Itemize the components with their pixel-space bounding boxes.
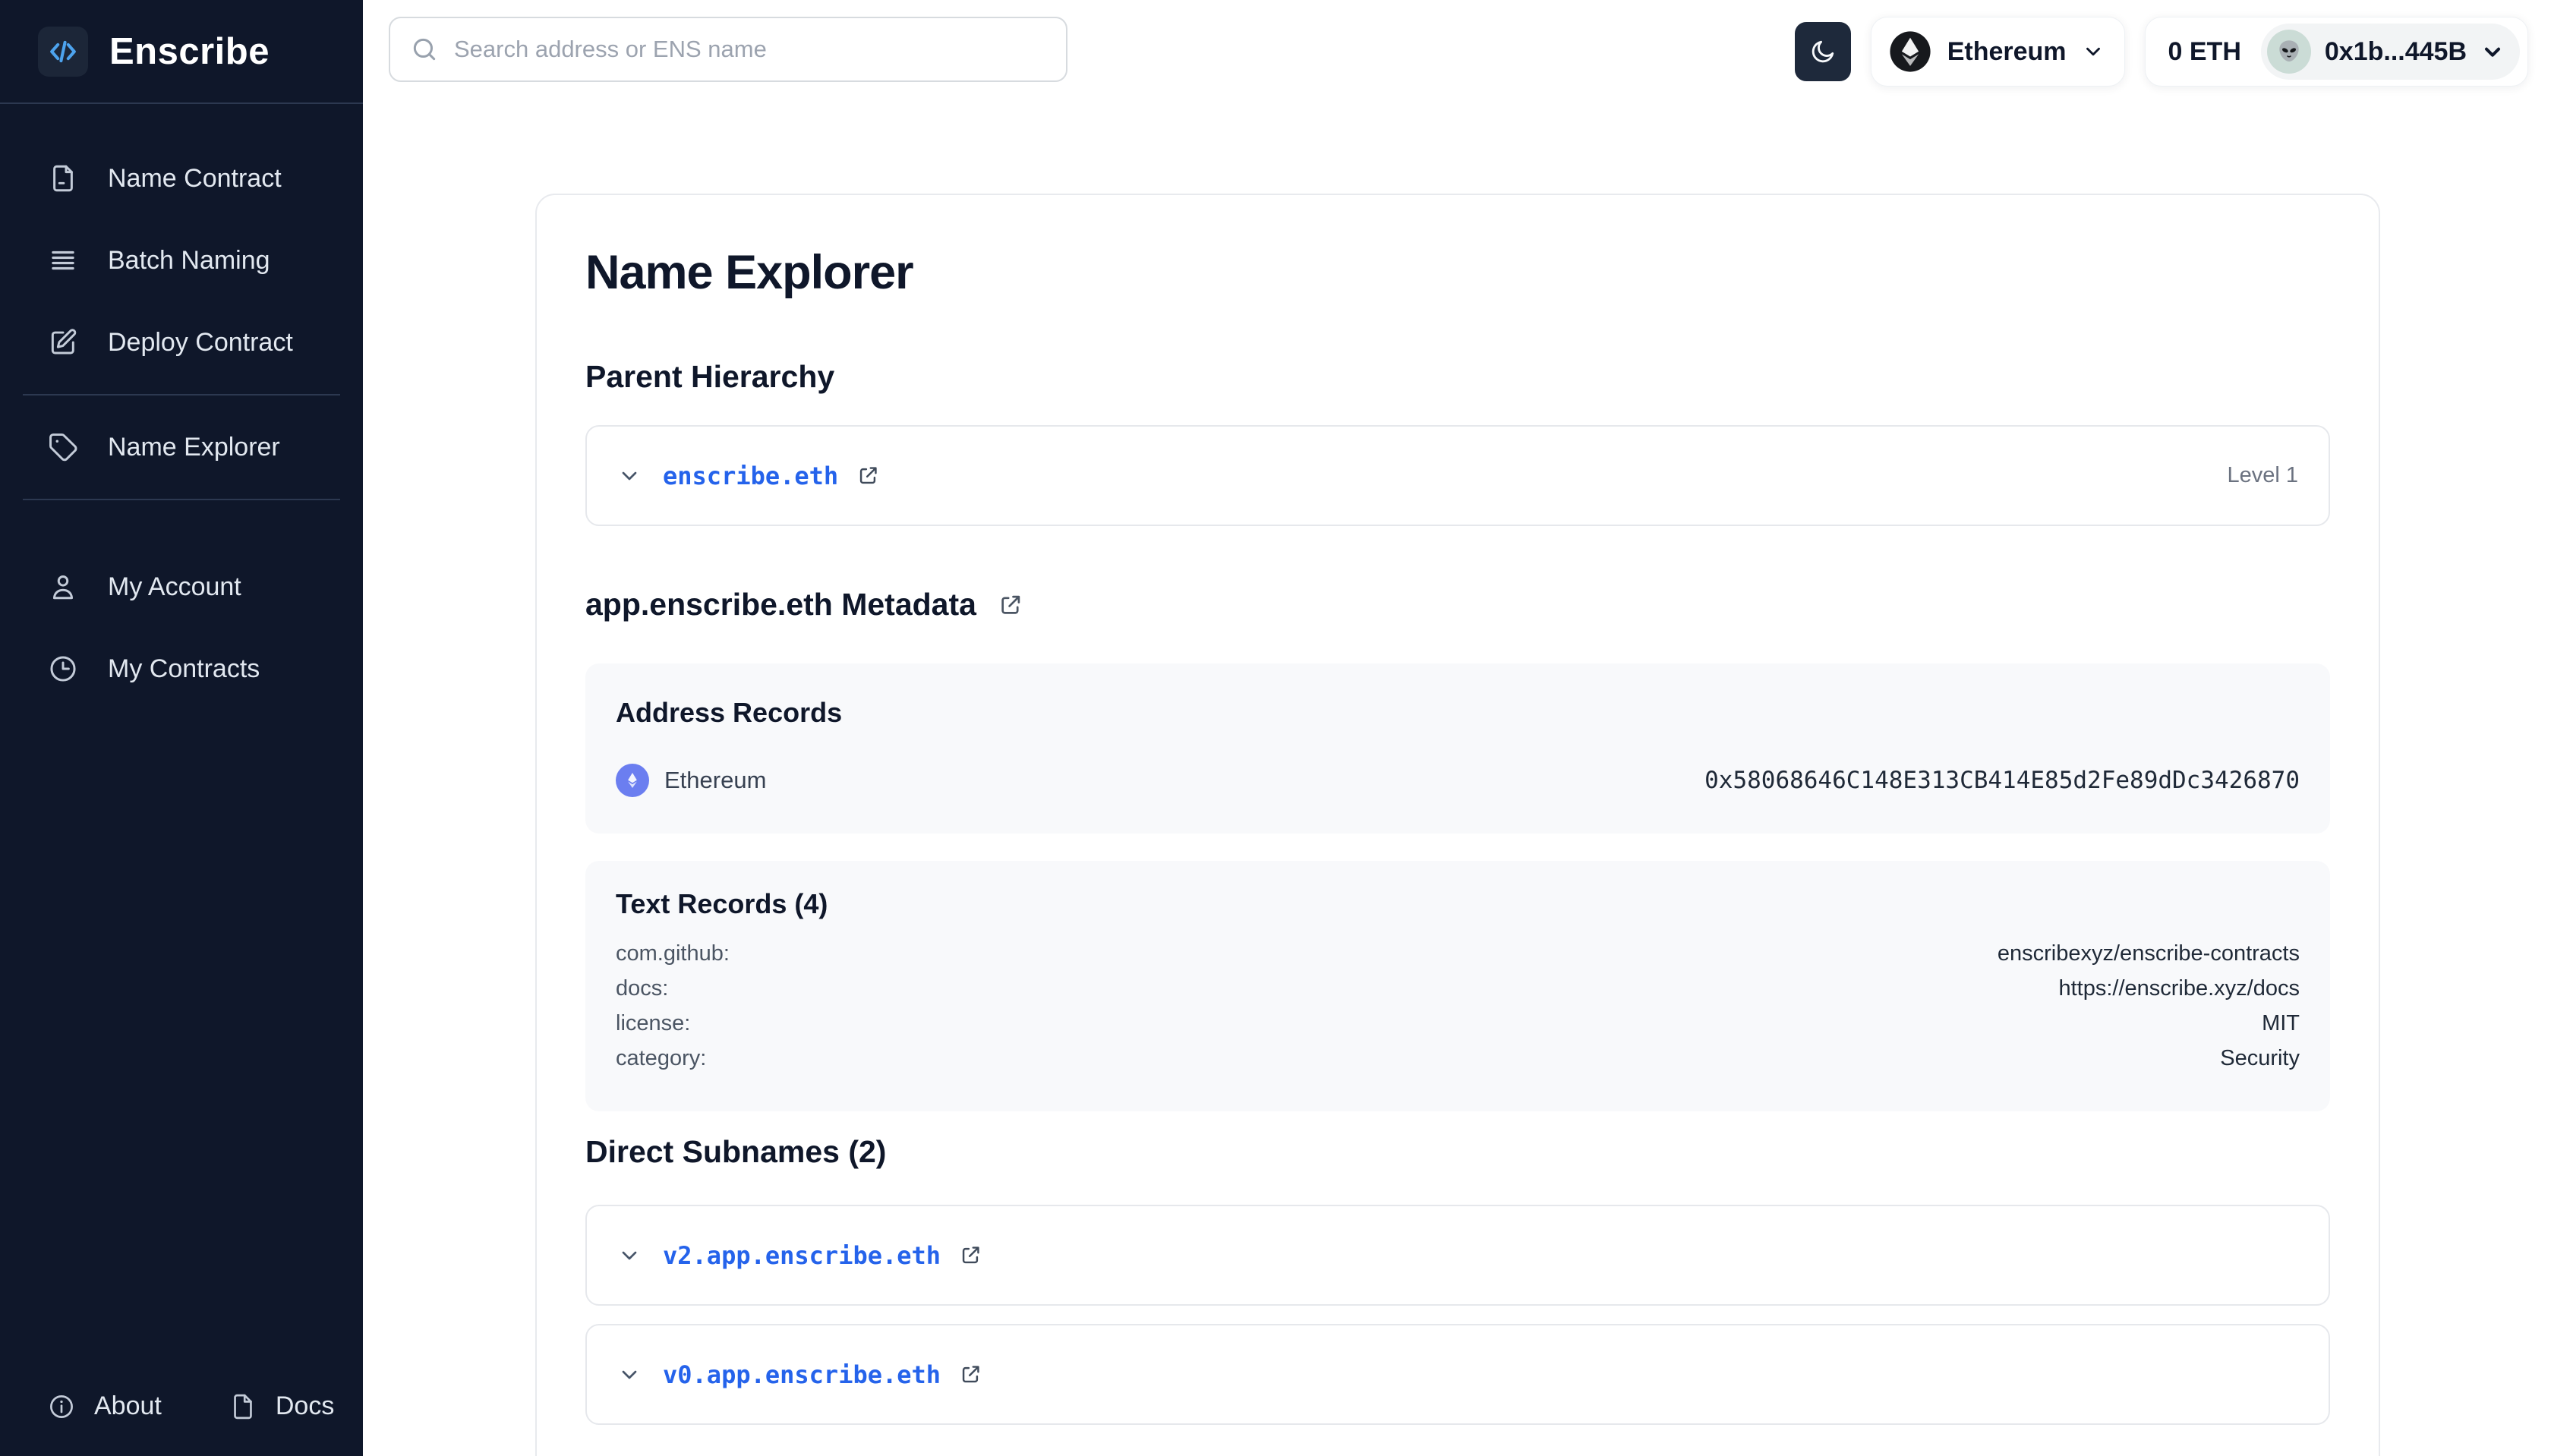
- dark-mode-toggle[interactable]: [1795, 22, 1851, 81]
- name-explorer-card: Name Explorer Parent Hierarchy enscribe.…: [535, 194, 2380, 1456]
- parent-hierarchy-heading: Parent Hierarchy: [585, 359, 2330, 395]
- user-icon: [47, 571, 79, 603]
- address-records-heading: Address Records: [616, 697, 2300, 729]
- record-key: category:: [616, 1046, 706, 1071]
- about-link[interactable]: About: [47, 1391, 162, 1421]
- edit-icon: [47, 326, 79, 358]
- external-link-icon[interactable]: [998, 592, 1023, 618]
- sidebar-divider: [23, 499, 340, 500]
- sidebar-item-label: Batch Naming: [108, 246, 270, 276]
- record-key: license:: [616, 1011, 690, 1036]
- external-link-icon[interactable]: [856, 464, 880, 487]
- wallet-account-chip: 0x1b...445B: [2261, 24, 2520, 80]
- ens-name-link[interactable]: enscribe.eth: [663, 462, 838, 490]
- wallet-address: 0x1b...445B: [2325, 37, 2467, 67]
- direct-subnames-heading: Direct Subnames (2): [585, 1134, 2330, 1170]
- alien-avatar-icon: [2267, 30, 2311, 74]
- subname-row: v2.app.enscribe.eth: [585, 1205, 2330, 1306]
- topbar-controls: Ethereum 0 ETH 0x1b...445B: [1795, 17, 2528, 87]
- record-key: docs:: [616, 976, 668, 1001]
- main-area: Ethereum 0 ETH 0x1b...445B: [363, 0, 2551, 1456]
- external-link-icon[interactable]: [959, 1363, 982, 1386]
- docs-link[interactable]: Docs: [229, 1391, 334, 1421]
- page-title: Name Explorer: [585, 245, 2330, 300]
- text-record-row: license: MIT: [616, 1011, 2300, 1046]
- app-title: Enscribe: [109, 30, 270, 73]
- sidebar-item-label: Name Contract: [108, 164, 282, 194]
- external-link-icon[interactable]: [959, 1243, 982, 1267]
- record-value: enscribexyz/enscribe-contracts: [1998, 941, 2300, 966]
- text-records-heading: Text Records (4): [616, 888, 2300, 920]
- chevron-down-icon: [2480, 39, 2505, 64]
- sidebar-item-batch-naming[interactable]: Batch Naming: [0, 219, 363, 301]
- sidebar-item-my-contracts[interactable]: My Contracts: [0, 628, 363, 710]
- level-badge: Level 1: [2227, 463, 2298, 488]
- chevron-down-icon[interactable]: [617, 464, 642, 488]
- text-record-row: docs: https://enscribe.xyz/docs: [616, 976, 2300, 1011]
- chain-label: Ethereum: [664, 767, 766, 794]
- sidebar-item-name-explorer[interactable]: Name Explorer: [0, 406, 363, 488]
- ens-name-link[interactable]: v0.app.enscribe.eth: [663, 1360, 941, 1389]
- text-record-row: category: Security: [616, 1046, 2300, 1081]
- chevron-down-icon: [2082, 40, 2105, 63]
- text-records-list: com.github: enscribexyz/enscribe-contrac…: [616, 941, 2300, 1081]
- subname-row: v0.app.enscribe.eth: [585, 1324, 2330, 1425]
- moon-icon: [1809, 38, 1837, 65]
- footer-link-label: Docs: [276, 1391, 334, 1421]
- search-icon: [410, 35, 439, 64]
- wallet-balance: 0 ETH: [2168, 37, 2241, 67]
- sidebar-item-label: My Contracts: [108, 654, 260, 684]
- chevron-down-icon[interactable]: [617, 1363, 642, 1387]
- sidebar-footer: About Docs: [0, 1391, 363, 1456]
- record-value: Security: [2220, 1046, 2300, 1071]
- code-icon: [38, 27, 88, 77]
- info-icon: [47, 1392, 76, 1421]
- file-icon: [229, 1392, 257, 1421]
- sidebar-item-label: Deploy Contract: [108, 328, 293, 358]
- ethereum-chain-icon: [616, 764, 649, 797]
- text-record-row: com.github: enscribexyz/enscribe-contrac…: [616, 941, 2300, 976]
- ethereum-logo-icon: [1888, 30, 1932, 74]
- list-icon: [47, 244, 79, 276]
- record-value: MIT: [2262, 1011, 2300, 1036]
- text-records-panel: Text Records (4) com.github: enscribexyz…: [585, 861, 2330, 1111]
- metadata-heading-text: app.enscribe.eth Metadata: [585, 587, 976, 622]
- record-value: https://enscribe.xyz/docs: [2058, 976, 2300, 1001]
- parent-hierarchy-row: enscribe.eth Level 1: [585, 425, 2330, 526]
- sidebar: Enscribe Name Contract Batch Naming: [0, 0, 363, 1456]
- clock-icon: [47, 653, 79, 685]
- app-logo[interactable]: Enscribe: [0, 0, 363, 104]
- sidebar-item-my-account[interactable]: My Account: [0, 546, 363, 628]
- metadata-heading: app.enscribe.eth Metadata: [585, 587, 2330, 622]
- address-value: 0x58068646C148E313CB414E85d2Fe89dDc34268…: [1704, 767, 2300, 794]
- search-input[interactable]: [389, 17, 1067, 82]
- ens-name-link[interactable]: v2.app.enscribe.eth: [663, 1241, 941, 1270]
- wallet-menu[interactable]: 0 ETH 0x1b...445B: [2145, 17, 2528, 87]
- chevron-down-icon[interactable]: [617, 1243, 642, 1268]
- network-label: Ethereum: [1947, 37, 2067, 67]
- sidebar-item-name-contract[interactable]: Name Contract: [0, 137, 363, 219]
- sidebar-item-label: Name Explorer: [108, 433, 280, 462]
- sidebar-nav: Name Contract Batch Naming Deploy Contra…: [0, 104, 363, 710]
- footer-link-label: About: [94, 1391, 162, 1421]
- search-bar: [389, 17, 1067, 82]
- document-icon: [47, 162, 79, 194]
- network-selector[interactable]: Ethereum: [1871, 17, 2125, 87]
- address-record-row: Ethereum 0x58068646C148E313CB414E85d2Fe8…: [616, 764, 2300, 797]
- tag-icon: [47, 431, 79, 463]
- sidebar-item-deploy-contract[interactable]: Deploy Contract: [0, 301, 363, 383]
- address-records-panel: Address Records Ethereum 0x58068646C148E…: [585, 663, 2330, 834]
- sidebar-item-label: My Account: [108, 572, 241, 602]
- record-key: com.github:: [616, 941, 730, 966]
- sidebar-divider: [23, 394, 340, 396]
